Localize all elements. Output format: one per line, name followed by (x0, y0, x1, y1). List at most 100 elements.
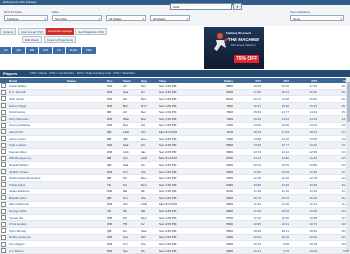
table-row[interactable]: Keenan Allen WR LAC Jax Sun 4:05 PM 6800 13.70… (0, 148, 350, 156)
player-name[interactable]: Chris Godwin (8, 220, 66, 229)
player-name[interactable]: Will Montgomery (8, 155, 66, 163)
table-row[interactable]: Ja'Marr Chase WR Cin Cle Sun 1:00 PM 6500 12.6… (0, 168, 350, 176)
row-checkbox-cell[interactable] (0, 102, 8, 110)
row-checkbox[interactable] (1, 129, 6, 135)
row-checkbox[interactable] (1, 195, 6, 201)
table-row[interactable]: Robby Anderson WR Car NO Sun 1:00 PM 5400 10.6… (0, 234, 350, 242)
player-name[interactable]: Travis Kelce (8, 181, 66, 189)
player-name[interactable]: Allen Robinson (8, 201, 66, 209)
row-checkbox-cell[interactable] (0, 115, 8, 123)
row-checkbox-cell[interactable] (0, 234, 8, 242)
row-checkbox[interactable] (1, 215, 6, 221)
row-checkbox-cell[interactable] (0, 227, 8, 235)
player-name[interactable]: Chiefs Edwards-Helaire (8, 174, 66, 182)
player-name[interactable]: Russell Wilson (8, 161, 66, 169)
row-checkbox[interactable] (1, 122, 6, 128)
row-checkbox-cell[interactable] (0, 128, 8, 136)
row-checkbox-cell[interactable] (0, 207, 8, 215)
row-checkbox[interactable] (1, 142, 6, 148)
stack-select[interactable]: None ▾ (290, 15, 344, 21)
row-checkbox[interactable] (1, 116, 6, 122)
player-name[interactable]: Kyler Murray (8, 227, 66, 235)
player-name[interactable]: A.J. Brown (8, 247, 66, 254)
row-checkbox[interactable] (1, 228, 6, 234)
row-checkbox[interactable] (1, 188, 6, 194)
row-checkbox-cell[interactable] (0, 240, 8, 248)
row-checkbox-cell[interactable] (0, 220, 8, 229)
tab-def[interactable]: DEF (82, 47, 97, 54)
row-checkbox[interactable] (1, 208, 6, 214)
table-row[interactable]: Jared Goff QB LAR Chi Mon 8:15 PM 7100 18.40 17… (0, 128, 350, 136)
row-checkbox-cell[interactable] (0, 122, 8, 130)
table-row[interactable]: Terry McLaurin WR Was Dal Sun 1:00 PM 7300 15.… (0, 115, 350, 123)
player-name[interactable]: Keenan Allen (8, 148, 66, 156)
row-checkbox[interactable] (1, 234, 6, 240)
row-checkbox[interactable] (1, 169, 6, 174)
table-row[interactable]: Julio Jones WR Atl Det Sun 1:00 PM 8100 16.72 1… (0, 95, 350, 103)
table-row[interactable]: Kyler Murray QB Ari Sea Sun 4:25 PM 5500 18.90… (0, 227, 350, 235)
row-checkbox-cell[interactable] (0, 194, 8, 202)
player-name[interactable]: Ja'Marr Chase (8, 168, 66, 176)
player-name[interactable]: Stefon Diggs (8, 102, 66, 110)
row-checkbox-cell[interactable] (0, 141, 8, 149)
projection-csv-button[interactable]: Get Projection CSV (75, 28, 108, 35)
table-row[interactable]: Brandin Allen QB Cin Cle Sun 1:00 PM 6000 16.7… (0, 194, 350, 202)
table-row[interactable]: George Kittle TE SF NE Sun 4:25 PM 5800 11.30 1… (0, 207, 350, 215)
row-checkbox-cell[interactable] (0, 214, 8, 222)
row-checkbox[interactable] (1, 182, 6, 188)
player-name[interactable]: Jared Goff (8, 128, 66, 136)
table-row[interactable]: Allen Robinson WR Chi LAR Mon 8:15 PM 5900 11.… (0, 201, 350, 209)
table-row[interactable]: Kenny Golladay WR Det Atl Sun 1:00 PM 7200 14.… (0, 122, 350, 130)
tab-flex[interactable]: FLEX (65, 47, 82, 54)
row-checkbox-cell[interactable] (0, 201, 8, 209)
row-checkbox-cell[interactable] (0, 247, 8, 254)
edit-week-button[interactable]: Edit Week (22, 36, 42, 43)
site-select[interactable]: FanDuel ▾ (4, 15, 48, 21)
table-row[interactable]: Aaron Jones RB GB Hou Sun 4:25 PM 7000 14.88 14… (0, 135, 350, 143)
row-checkbox[interactable] (1, 136, 6, 141)
table-row[interactable]: Russell Wilson QB Sea Ari Sun 4:25 PM 6600 20.… (0, 161, 350, 169)
row-checkbox-cell[interactable] (0, 168, 8, 176)
row-checkbox[interactable] (1, 201, 6, 207)
table-row[interactable]: Chiefs Edwards-Helaire RB KC Den Sun 1:00 PM… (0, 174, 350, 182)
player-name[interactable]: Tee Higgins (8, 240, 66, 248)
tab-qb[interactable]: QB (12, 47, 25, 54)
source-links[interactable]: FPS = Week · FPS = numberFire · FPS = Da… (30, 70, 135, 77)
row-checkbox[interactable] (1, 248, 6, 253)
row-checkbox[interactable] (1, 96, 6, 102)
lineup-csv-button[interactable]: Use Lineup CSV (18, 28, 47, 35)
table-row[interactable]: Stefon Diggs WR Buf NYJ Sun 1:00 PM 7900 16.31… (0, 102, 350, 110)
table-row[interactable]: Tee Higgins WR Cin Cle Sun 1:00 PM 5300 10.40 9… (0, 240, 350, 248)
row-checkbox-cell[interactable] (0, 108, 8, 116)
table-row[interactable]: A.J. Brown WR Ten Pit Sun 1:00 PM 5200 10.21 9.… (0, 247, 350, 254)
generate-lineups-button[interactable]: Generate Lineups (46, 28, 74, 35)
tab-all[interactable]: All (0, 47, 12, 54)
row-checkbox-cell[interactable] (0, 95, 8, 103)
row-checkbox-cell[interactable] (0, 161, 8, 169)
player-name[interactable]: Tyler Lockett (8, 141, 66, 149)
player-name[interactable]: Kenny Golladay (8, 122, 66, 130)
row-checkbox[interactable] (1, 103, 6, 108)
player-name[interactable]: Brandin Allen (8, 194, 66, 202)
table-row[interactable]: D.K. Metcalf WR Sea Ari Sun 4:25 PM 8400 17.55… (0, 89, 350, 97)
row-checkbox-cell[interactable] (0, 89, 8, 97)
row-checkbox[interactable] (1, 155, 6, 161)
row-checkbox-cell[interactable] (0, 174, 8, 182)
row-checkbox[interactable] (1, 175, 6, 181)
row-checkbox[interactable] (1, 241, 6, 247)
row-checkbox[interactable] (1, 109, 6, 115)
player-name[interactable]: Todd Gurley (8, 108, 66, 116)
table-row[interactable]: Tyler Lockett WR Sea Ari Sun 4:25 PM 6900 13.9… (0, 141, 350, 149)
scrollbar[interactable] (346, 78, 350, 250)
player-name[interactable]: Julio Jones (8, 95, 66, 103)
row-checkbox[interactable] (1, 89, 6, 95)
player-name[interactable]: Julian Edelman (8, 188, 66, 196)
game-select[interactable]: All States ▾ (150, 15, 190, 21)
row-checkbox[interactable] (1, 221, 6, 227)
tab-rb[interactable]: RB (25, 47, 38, 54)
row-checkbox-cell[interactable] (0, 148, 8, 156)
search-button[interactable]: ⌕ (233, 3, 242, 10)
slate-select[interactable]: Sun-Mon ▾ (52, 15, 102, 21)
tab-wr[interactable]: WR (38, 47, 52, 54)
table-row[interactable]: Chris Godwin WR TB LV Sun 4:05 PM 5600 10.95 10… (0, 220, 350, 229)
